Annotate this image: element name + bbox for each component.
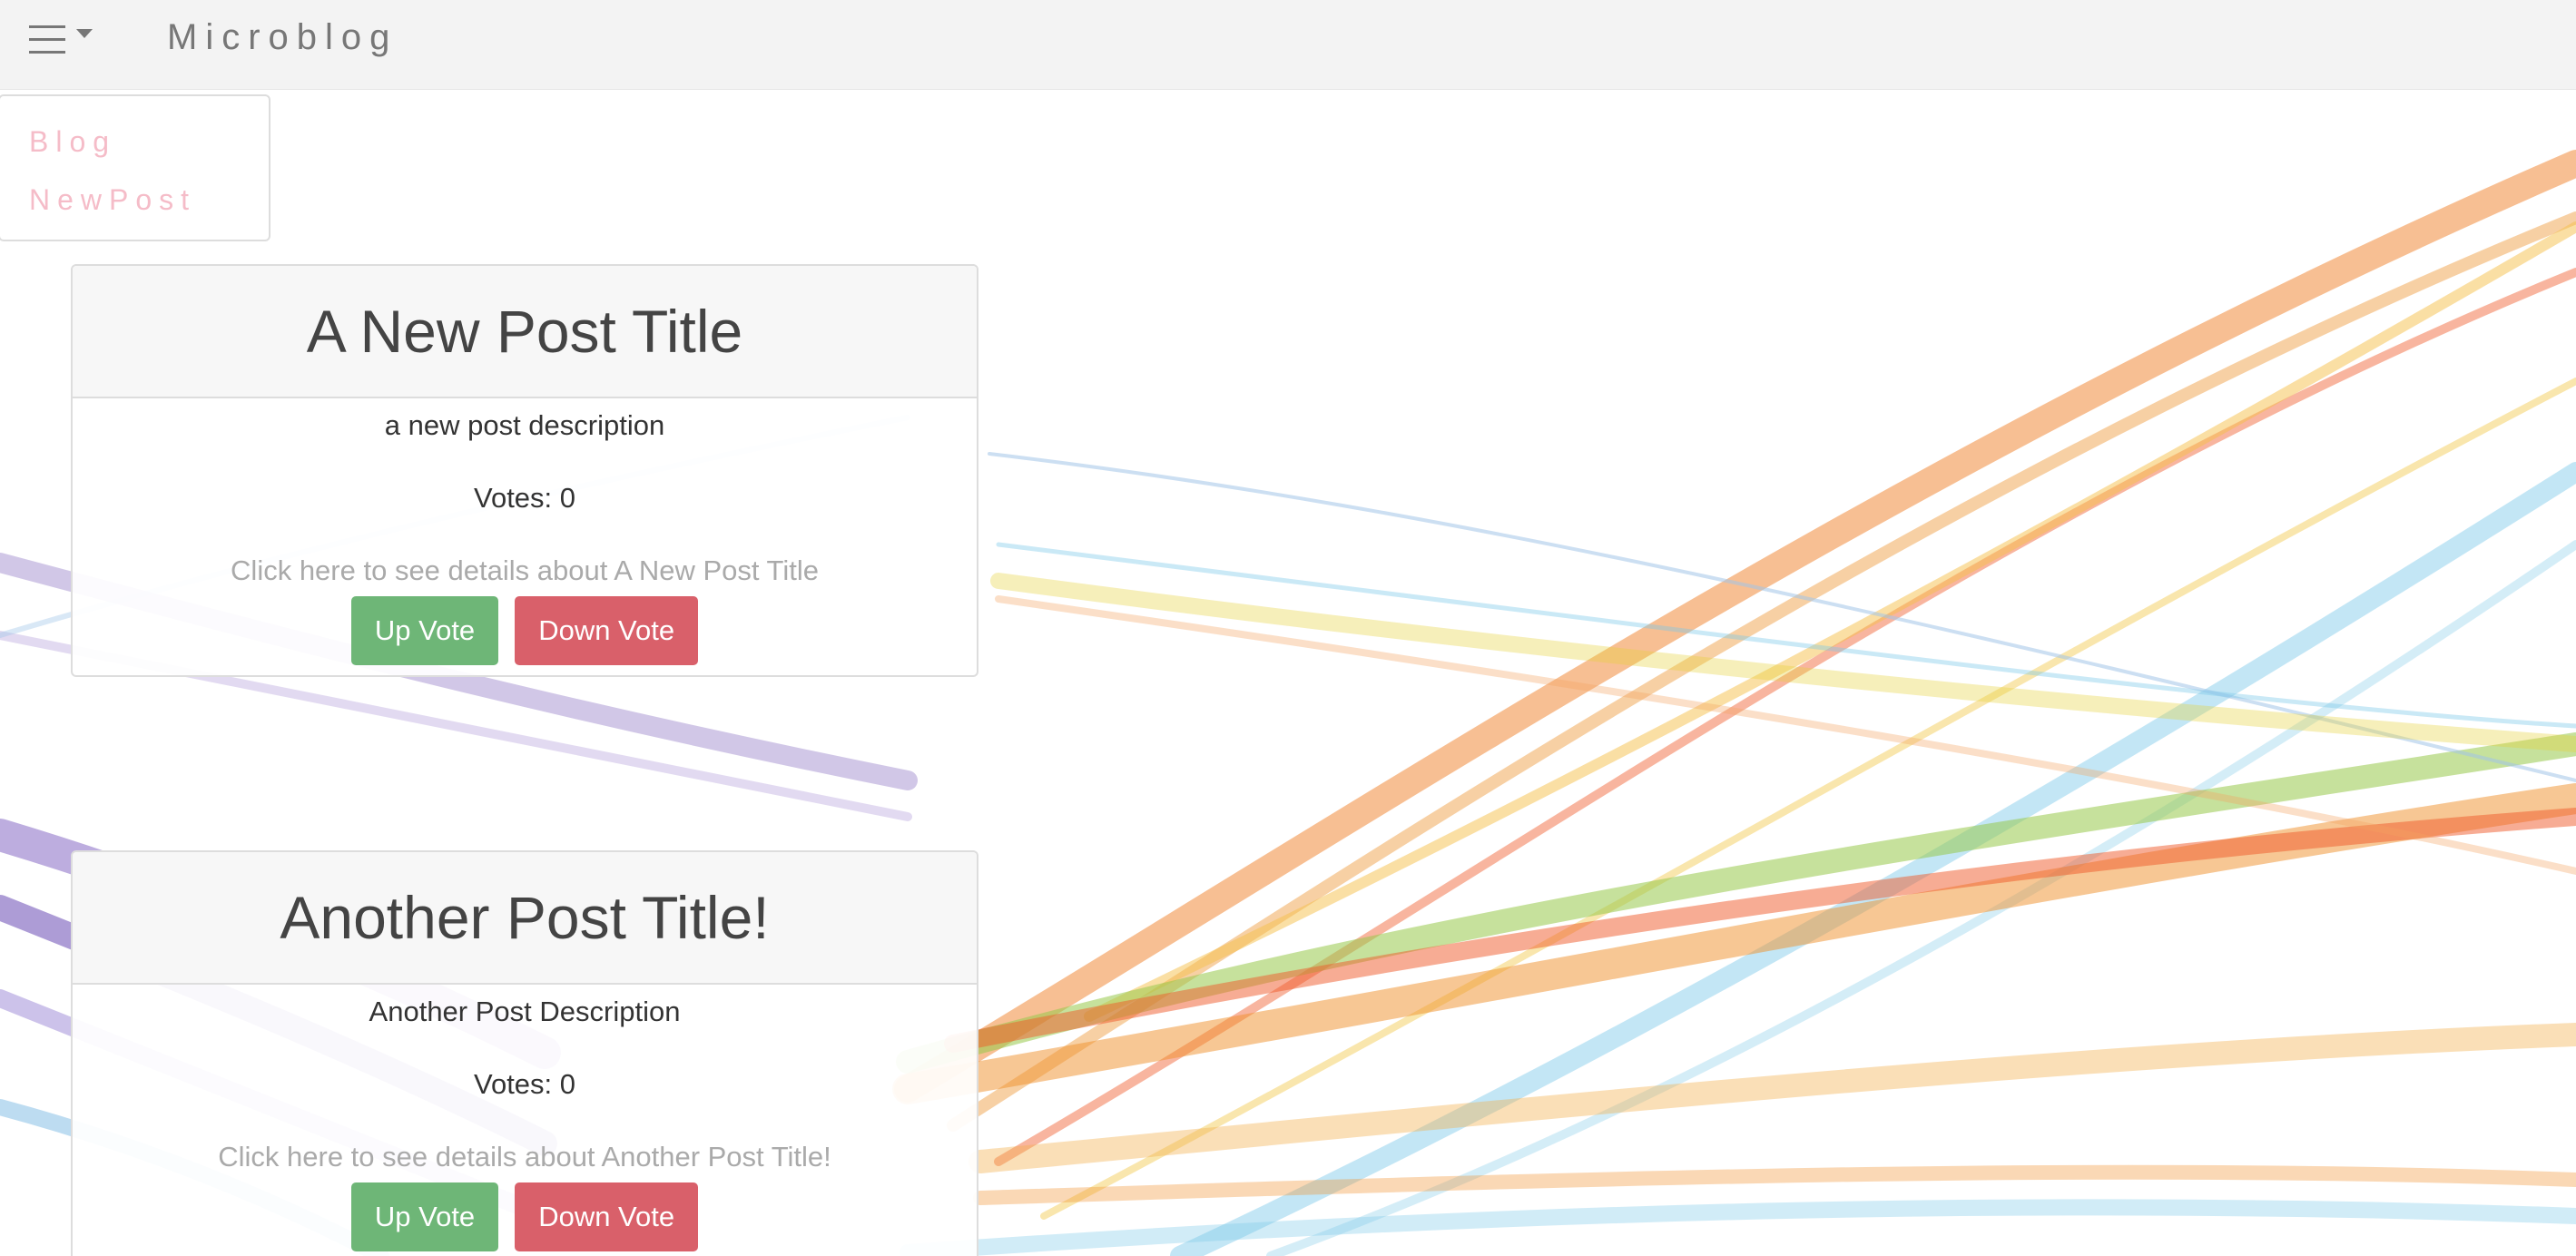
- hamburger-menu-icon: [29, 25, 93, 54]
- brand-title[interactable]: Microblog: [167, 13, 398, 62]
- downvote-button[interactable]: Down Vote: [515, 596, 699, 665]
- post-title: A New Post Title: [306, 298, 743, 365]
- downvote-button[interactable]: Down Vote: [515, 1182, 699, 1251]
- post-description: a new post description: [384, 409, 665, 441]
- upvote-button[interactable]: Up Vote: [350, 596, 499, 665]
- post-card: Another Post Title! Another Post Descrip…: [71, 850, 978, 1256]
- dropdown-item-blog[interactable]: Blog: [29, 123, 116, 160]
- nav-dropdown-menu: Blog NewPost: [0, 94, 270, 241]
- menu-toggle-button[interactable]: [27, 22, 100, 58]
- dropdown-item-newpost[interactable]: NewPost: [29, 182, 196, 218]
- page: Microblog Blog NewPost A New Post Title …: [0, 0, 2576, 1256]
- caret-down-icon: [76, 29, 93, 38]
- post-description: Another Post Description: [369, 996, 681, 1027]
- post-details-link[interactable]: Click here to see details about Another …: [73, 1135, 977, 1179]
- post-card-header: A New Post Title: [73, 266, 977, 398]
- vote-button-row: Up Vote Down Vote: [73, 1182, 977, 1253]
- post-title: Another Post Title!: [280, 884, 770, 951]
- upvote-button[interactable]: Up Vote: [350, 1182, 499, 1251]
- top-navbar: Microblog: [0, 0, 2576, 90]
- post-votes: Votes: 0: [473, 1068, 576, 1100]
- post-votes: Votes: 0: [473, 482, 576, 514]
- post-card-header: Another Post Title!: [73, 852, 977, 985]
- post-card: A New Post Title a new post description …: [71, 264, 978, 677]
- vote-button-row: Up Vote Down Vote: [73, 596, 977, 667]
- post-details-link[interactable]: Click here to see details about A New Po…: [73, 549, 977, 593]
